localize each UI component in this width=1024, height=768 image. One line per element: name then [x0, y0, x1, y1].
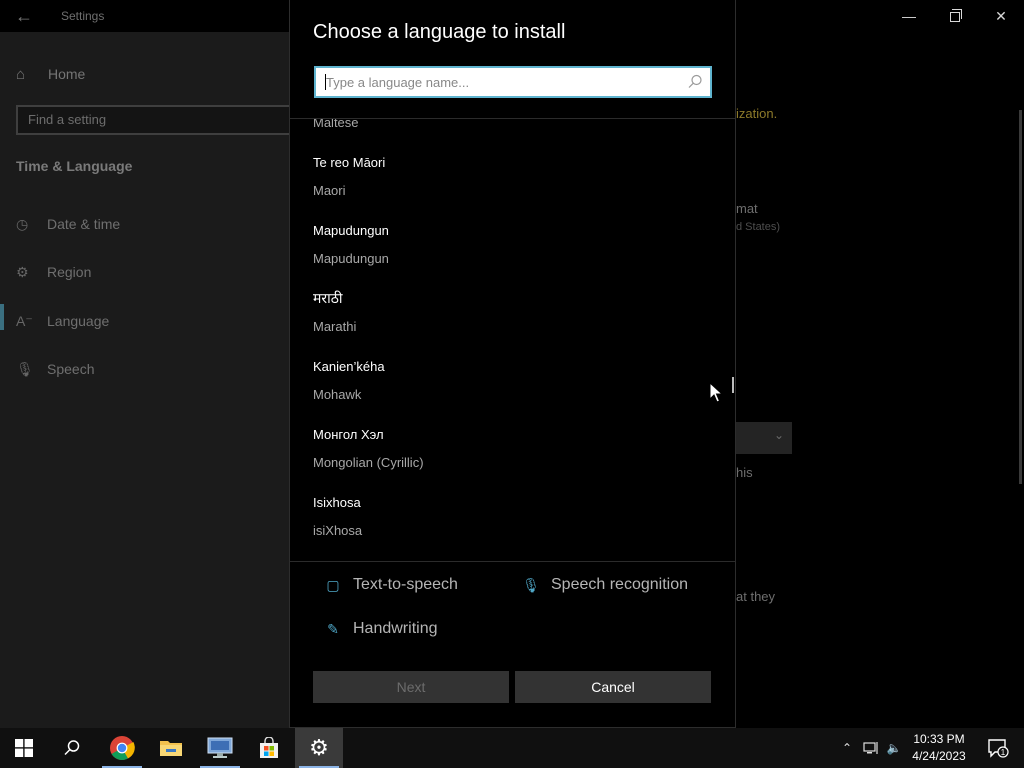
mouse-pointer-icon — [709, 382, 723, 403]
nav-home-label: Home — [48, 66, 86, 82]
notification-center-button[interactable]: 1 — [978, 728, 1018, 768]
sidebar-item-speech[interactable]: 🎙 Speech — [16, 355, 94, 383]
list-scrollbar[interactable] — [732, 377, 734, 393]
sidebar: ⌂ Home Find a setting Time & Language ◷ … — [0, 32, 296, 728]
bg-text-fragment: at they — [736, 589, 776, 604]
window-title: Settings — [61, 9, 105, 23]
language-english-name: Mapudungun — [313, 251, 389, 266]
calendar-clock-icon: ◷ — [16, 215, 29, 232]
sidebar-item-date-time[interactable]: ◷ Date & time — [16, 210, 120, 238]
microphone-icon: 🎙 — [16, 360, 34, 377]
gear-icon: ⚙ — [309, 735, 329, 760]
folder-icon — [160, 741, 182, 756]
language-list[interactable]: Maltese Te reo Māori Maori Mapudungun Ma… — [290, 118, 735, 562]
back-arrow-icon[interactable]: ← — [10, 4, 38, 28]
clock-date: 4/24/2023 — [912, 749, 966, 763]
language-english-name: Mohawk — [313, 387, 362, 402]
monitor-icon — [207, 737, 233, 758]
settings-app[interactable]: ⚙ — [295, 728, 343, 768]
next-button[interactable]: Next — [313, 671, 509, 703]
feature-label: Handwriting — [353, 620, 438, 637]
close-button[interactable]: ✕ — [978, 0, 1024, 32]
language-search-input[interactable] — [316, 68, 676, 96]
bg-dropdown: ⌄ — [736, 422, 792, 454]
volume-icon[interactable]: 🔈 — [883, 728, 905, 768]
feature-label: Speech recognition — [551, 576, 688, 593]
minimize-button[interactable]: — — [886, 0, 932, 32]
list-item[interactable]: Isixhosa isiXhosa — [290, 495, 735, 561]
chrome-icon — [110, 736, 135, 761]
list-item[interactable]: Монгол Хэл Mongolian (Cyrillic) — [290, 427, 735, 495]
remote-desktop-app[interactable] — [196, 728, 244, 768]
cancel-button[interactable]: Cancel — [515, 671, 711, 703]
bg-text-fragment: ization. — [736, 106, 778, 121]
restore-button[interactable] — [932, 0, 978, 32]
text-to-speech-icon: ▢ — [326, 576, 340, 593]
language-icon: A⁻ — [16, 312, 33, 329]
file-explorer-app[interactable] — [147, 728, 195, 768]
start-button[interactable] — [0, 728, 48, 768]
language-native-name: Isixhosa — [313, 495, 361, 510]
search-icon — [64, 740, 80, 756]
feature-text-to-speech: ▢ Text-to-speech — [323, 576, 458, 594]
list-item[interactable]: Te reo Māori Maori — [290, 155, 735, 223]
language-search-box[interactable] — [314, 66, 712, 98]
clock-time: 10:33 PM — [913, 732, 965, 746]
sidebar-item-language[interactable]: A⁻ Language — [16, 307, 109, 335]
taskbar: ⚙ ⌃ 🔈 10:33 PM 4/24/2023 1 — [0, 728, 1024, 768]
feature-label: Text-to-speech — [353, 576, 458, 593]
sidebar-item-label: Date & time — [47, 216, 121, 232]
bg-text-fragment: mat — [736, 201, 758, 216]
active-indicator — [0, 304, 4, 330]
choose-language-dialog: Choose a language to install Maltese Te … — [289, 0, 736, 728]
settings-content-fragment: ization. mat d States) ⌄ his at they — [736, 32, 1024, 728]
handwriting-icon: ✎ — [327, 620, 339, 637]
windows-logo-icon — [15, 739, 33, 757]
notification-icon: 1 — [988, 739, 1009, 758]
list-item[interactable]: मराठी Marathi — [290, 289, 735, 357]
language-english-name: isiXhosa — [313, 523, 363, 538]
sidebar-item-label: Language — [47, 313, 110, 329]
language-english-name: Mongolian (Cyrillic) — [313, 455, 424, 470]
chevron-up-icon[interactable]: ⌃ — [836, 728, 858, 768]
list-item[interactable]: Kanien’kéha Mohawk — [290, 359, 735, 427]
globe-icon: ⚙ — [16, 263, 29, 280]
sidebar-item-label: Region — [47, 264, 92, 280]
list-item[interactable]: Mapudungun Mapudungun — [290, 223, 735, 291]
language-native-name: Mapudungun — [313, 223, 389, 238]
sidebar-item-label: Speech — [47, 361, 95, 377]
language-native-name: Kanien’kéha — [313, 359, 385, 374]
dialog-title: Choose a language to install — [313, 21, 566, 43]
clock[interactable]: 10:33 PM 4/24/2023 — [904, 731, 974, 765]
language-features: ▢ Text-to-speech 🎙 Speech recognition ✎ … — [290, 563, 735, 663]
scrollbar — [1019, 110, 1022, 484]
search-icon[interactable] — [686, 73, 704, 91]
section-title: Time & Language — [16, 158, 133, 174]
language-english-name: Marathi — [313, 319, 357, 334]
sidebar-item-region[interactable]: ⚙ Region — [16, 258, 91, 286]
language-native-name: मराठी — [313, 290, 343, 306]
taskbar-search-button[interactable] — [48, 728, 96, 768]
chrome-app[interactable] — [98, 728, 146, 768]
chevron-down-icon: ⌄ — [773, 428, 784, 442]
feature-handwriting: ✎ Handwriting — [323, 620, 437, 638]
store-app[interactable] — [245, 728, 293, 768]
find-setting-input[interactable]: Find a setting — [16, 105, 296, 135]
nav-home[interactable]: ⌂ Home — [16, 62, 85, 86]
language-english-name: Maltese — [313, 118, 359, 130]
microphone-icon: 🎙 — [522, 576, 540, 593]
bg-text-fragment: d States) — [736, 221, 781, 233]
bg-text-fragment: his — [736, 465, 753, 480]
store-bag-icon — [260, 737, 278, 758]
feature-speech-recognition: 🎙 Speech recognition — [521, 576, 688, 594]
text-caret — [325, 74, 326, 90]
find-setting-placeholder: Find a setting — [28, 112, 107, 127]
language-native-name: Монгол Хэл — [313, 427, 384, 442]
language-native-name: Te reo Māori — [313, 155, 386, 170]
network-icon[interactable] — [860, 728, 882, 768]
language-english-name: Maori — [313, 183, 346, 198]
home-icon: ⌂ — [16, 65, 26, 83]
notification-count: 1 — [1001, 748, 1006, 757]
